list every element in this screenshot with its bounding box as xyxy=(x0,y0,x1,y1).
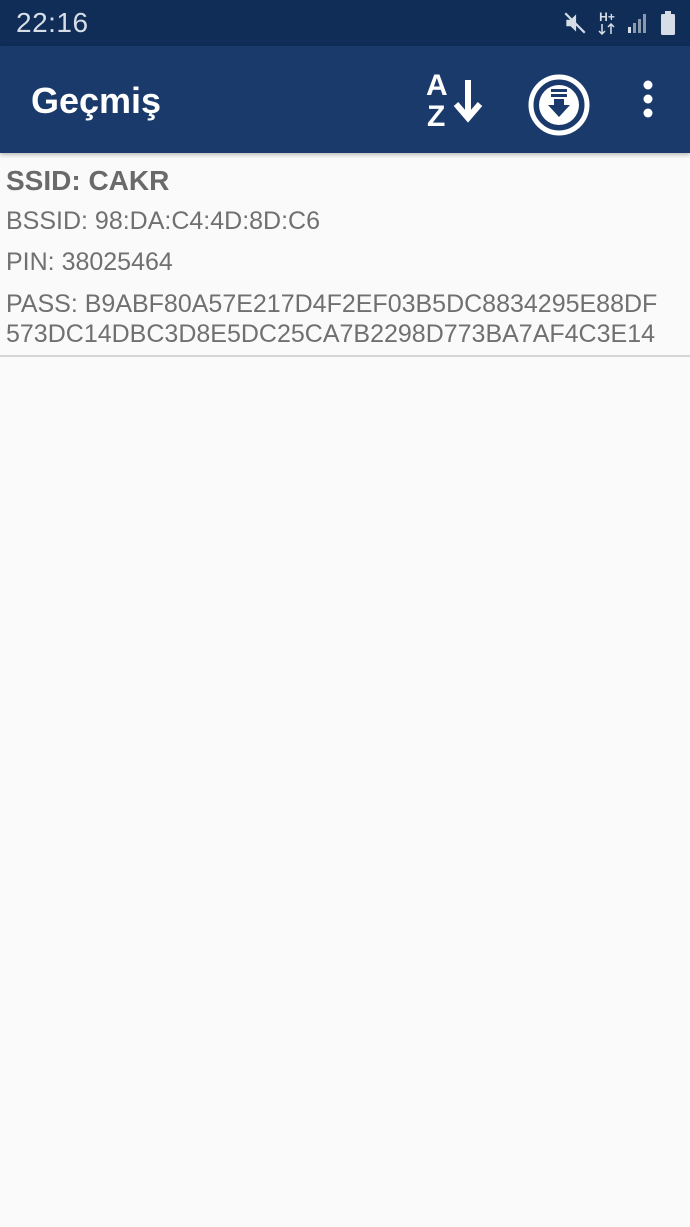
pin-text: PIN: 38025464 xyxy=(6,248,173,276)
list-item[interactable]: SSID: CAKR BSSID: 98:DA:C4:4D:8D:C6 PIN:… xyxy=(0,153,690,357)
status-time: 22:16 xyxy=(16,7,89,38)
status-icons: H+ xyxy=(562,10,676,36)
app-bar: Geçmiş A Z xyxy=(0,46,690,153)
signal-icon xyxy=(626,11,650,35)
more-vert-icon xyxy=(643,80,653,118)
bssid-text: BSSID: 98:DA:C4:4D:8D:C6 xyxy=(6,207,321,235)
sort-button[interactable]: A Z xyxy=(422,66,488,132)
ssid-text: SSID: CAKR xyxy=(6,165,170,196)
download-icon xyxy=(528,74,590,136)
pass-line-1: PASS: B9ABF80A57E217D4F2EF03B5DC8834295E… xyxy=(6,290,658,318)
pass-text: PASS: B9ABF80A57E217D4F2EF03B5DC8834295E… xyxy=(6,283,684,349)
sort-letter-a: A xyxy=(426,69,448,102)
mute-icon xyxy=(562,10,588,36)
status-bar: 22:16 H+ xyxy=(0,0,690,46)
more-options-button[interactable] xyxy=(630,74,666,124)
battery-icon xyxy=(660,10,676,36)
history-list: SSID: CAKR BSSID: 98:DA:C4:4D:8D:C6 PIN:… xyxy=(0,153,690,357)
network-type-icon: H+ xyxy=(598,11,616,35)
page-title: Geçmiş xyxy=(31,80,162,121)
pass-line-2: 573DC14DBC3D8E5DC25CA7B2298D773BA7AF4C3E… xyxy=(6,320,655,348)
download-button[interactable] xyxy=(526,72,592,138)
sort-letter-z: Z xyxy=(427,100,445,132)
network-type-label: H+ xyxy=(599,10,615,24)
sort-az-icon: A Z xyxy=(426,69,483,132)
